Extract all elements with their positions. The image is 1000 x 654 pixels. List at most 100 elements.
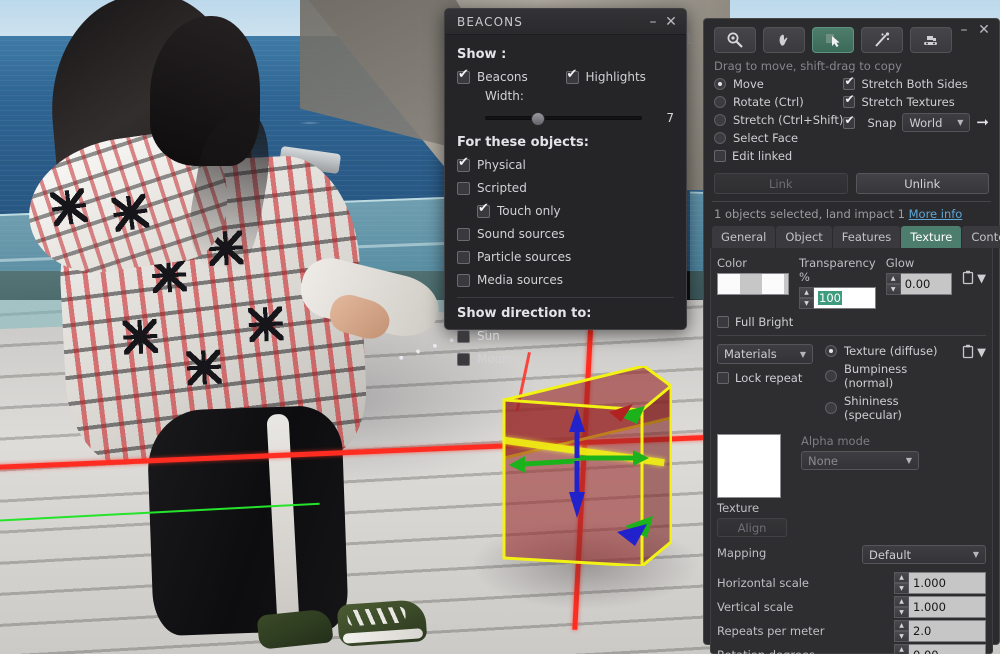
beacons-checkbox[interactable] bbox=[457, 68, 470, 84]
full-bright-row[interactable]: Full Bright bbox=[717, 315, 986, 329]
mode-move-radio[interactable] bbox=[714, 78, 726, 90]
repeats-per-meter-decrement[interactable]: ▼ bbox=[894, 631, 909, 642]
transparency-decrement[interactable]: ▼ bbox=[799, 298, 814, 309]
map-mode-diffuse-radio[interactable] bbox=[825, 345, 837, 357]
media-sources-checkbox[interactable] bbox=[457, 273, 470, 287]
stretch-both-sides-row[interactable]: Stretch Both Sides bbox=[843, 75, 989, 91]
texture-copy-menu[interactable]: ▼ bbox=[962, 344, 986, 359]
sound-sources-checkbox-row[interactable]: Sound sources bbox=[457, 227, 674, 241]
color-copy-menu[interactable]: ▼ bbox=[962, 270, 986, 285]
horizontal-scale-input[interactable]: 1.000 bbox=[909, 572, 986, 594]
moon-checkbox-row[interactable]: Moon bbox=[457, 352, 674, 366]
touch-only-checkbox[interactable] bbox=[477, 202, 490, 218]
close-icon[interactable]: ✕ bbox=[975, 21, 993, 39]
particle-sources-checkbox[interactable] bbox=[457, 250, 470, 264]
mapping-dropdown[interactable]: Default ▼ bbox=[862, 545, 986, 564]
move-arrow-gizmo[interactable] bbox=[497, 366, 672, 566]
lock-repeat-row[interactable]: Lock repeat bbox=[717, 371, 813, 385]
horizontal-scale-stepper[interactable]: ▲ ▼ 1.000 bbox=[894, 572, 986, 594]
map-mode-normal[interactable]: Bumpiness (normal) bbox=[825, 362, 950, 390]
snap-row[interactable]: Snap World ▼ ➞ bbox=[843, 113, 989, 132]
mode-stretch-radio[interactable] bbox=[714, 114, 726, 126]
glow-input[interactable]: 0.00 bbox=[900, 273, 953, 295]
map-mode-diffuse[interactable]: Texture (diffuse) bbox=[825, 344, 950, 358]
transparency-input[interactable]: 100 bbox=[814, 287, 876, 309]
repeats-per-meter-stepper[interactable]: ▲ ▼ 2.0 bbox=[894, 620, 986, 642]
glow-stepper[interactable]: ▲ ▼ 0.00 bbox=[885, 273, 953, 295]
horizontal-scale-decrement[interactable]: ▼ bbox=[894, 583, 909, 594]
stretch-textures-row[interactable]: Stretch Textures bbox=[843, 93, 989, 109]
tab-content[interactable]: Content bbox=[962, 226, 1000, 248]
magic-wand-icon[interactable] bbox=[861, 27, 903, 53]
bulldozer-icon[interactable] bbox=[910, 27, 952, 53]
arrow-right-icon[interactable]: ➞ bbox=[976, 115, 989, 130]
snap-reference-dropdown[interactable]: World ▼ bbox=[902, 113, 971, 132]
transform-mode-group[interactable]: Move Rotate (Ctrl) Stretch (Ctrl+Shift) … bbox=[714, 77, 843, 167]
mode-select-face[interactable]: Select Face bbox=[714, 131, 843, 145]
tab-general[interactable]: General bbox=[712, 226, 776, 248]
physical-checkbox-row[interactable]: Physical bbox=[457, 156, 674, 172]
physical-checkbox[interactable] bbox=[457, 156, 470, 172]
build-tools-panel[interactable]: – ✕ Drag to move, shift-drag to copy Mov… bbox=[703, 18, 1000, 654]
edit-linked-checkbox[interactable] bbox=[714, 150, 726, 162]
materials-dropdown[interactable]: Materials ▼ bbox=[717, 344, 813, 364]
horizontal-scale-increment[interactable]: ▲ bbox=[894, 572, 909, 583]
repeats-per-meter-increment[interactable]: ▲ bbox=[894, 620, 909, 631]
edit-linked-row[interactable]: Edit linked bbox=[714, 149, 843, 163]
tab-texture[interactable]: Texture bbox=[901, 226, 962, 248]
vertical-scale-input[interactable]: 1.000 bbox=[909, 596, 986, 618]
vertical-scale-increment[interactable]: ▲ bbox=[894, 596, 909, 607]
sun-checkbox[interactable] bbox=[457, 329, 470, 343]
mode-select-face-radio[interactable] bbox=[714, 132, 726, 144]
rotation-degrees-input[interactable]: 0.00 bbox=[909, 644, 986, 654]
magnifier-icon[interactable] bbox=[714, 27, 756, 53]
media-sources-checkbox-row[interactable]: Media sources bbox=[457, 273, 674, 287]
link-button[interactable]: Link bbox=[714, 173, 848, 194]
cursor-arrow-icon[interactable] bbox=[812, 27, 854, 53]
width-slider-row[interactable]: 7 bbox=[457, 111, 674, 126]
more-info-link[interactable]: More info bbox=[909, 207, 963, 221]
minimize-icon[interactable]: – bbox=[955, 21, 973, 39]
align-button[interactable]: Align bbox=[717, 518, 787, 537]
mode-stretch[interactable]: Stretch (Ctrl+Shift) bbox=[714, 113, 843, 127]
vertical-scale-stepper[interactable]: ▲ ▼ 1.000 bbox=[894, 596, 986, 618]
map-mode-specular[interactable]: Shininess (specular) bbox=[825, 394, 950, 422]
particle-sources-checkbox-row[interactable]: Particle sources bbox=[457, 250, 674, 264]
beacons-checkbox-row[interactable]: Beacons bbox=[457, 68, 566, 84]
rotation-degrees-increment[interactable]: ▲ bbox=[894, 644, 909, 654]
texture-swatch[interactable] bbox=[717, 434, 781, 498]
highlights-checkbox-row[interactable]: Highlights bbox=[565, 68, 675, 84]
beacons-titlebar[interactable]: BEACONS – ✕ bbox=[445, 9, 686, 35]
width-slider-thumb[interactable] bbox=[530, 112, 545, 126]
beacons-floater[interactable]: BEACONS – ✕ Show : Beacons Highlights Wi… bbox=[444, 8, 687, 366]
mode-rotate-radio[interactable] bbox=[714, 96, 726, 108]
lock-repeat-checkbox[interactable] bbox=[717, 372, 729, 384]
alpha-mode-dropdown[interactable]: None ▼ bbox=[801, 451, 919, 470]
vertical-scale-decrement[interactable]: ▼ bbox=[894, 607, 909, 618]
build-tabs[interactable]: General Object Features Texture Content bbox=[704, 226, 1000, 248]
selected-prim-cube[interactable] bbox=[497, 366, 672, 566]
touch-only-checkbox-row[interactable]: Touch only bbox=[457, 202, 674, 218]
map-mode-normal-radio[interactable] bbox=[825, 370, 837, 382]
stretch-textures-checkbox[interactable] bbox=[843, 93, 856, 108]
minimize-icon[interactable]: – bbox=[644, 13, 662, 31]
color-swatch[interactable] bbox=[717, 273, 789, 295]
scripted-checkbox[interactable] bbox=[457, 181, 470, 195]
repeats-per-meter-input[interactable]: 2.0 bbox=[909, 620, 986, 642]
close-icon[interactable]: ✕ bbox=[662, 13, 680, 31]
snap-checkbox[interactable] bbox=[843, 114, 856, 129]
mode-rotate[interactable]: Rotate (Ctrl) bbox=[714, 95, 843, 109]
glow-decrement[interactable]: ▼ bbox=[885, 284, 901, 295]
glow-increment[interactable]: ▲ bbox=[885, 273, 901, 284]
tab-object[interactable]: Object bbox=[776, 226, 832, 248]
width-slider-track[interactable] bbox=[485, 112, 642, 126]
moon-checkbox[interactable] bbox=[457, 352, 470, 366]
tab-features[interactable]: Features bbox=[832, 226, 901, 248]
stretch-both-sides-checkbox[interactable] bbox=[843, 75, 856, 90]
transparency-increment[interactable]: ▲ bbox=[799, 287, 814, 298]
unlink-button[interactable]: Unlink bbox=[855, 173, 989, 194]
sound-sources-checkbox[interactable] bbox=[457, 227, 470, 241]
scripted-checkbox-row[interactable]: Scripted bbox=[457, 181, 674, 195]
hand-icon[interactable] bbox=[763, 27, 805, 53]
sun-checkbox-row[interactable]: Sun bbox=[457, 329, 674, 343]
